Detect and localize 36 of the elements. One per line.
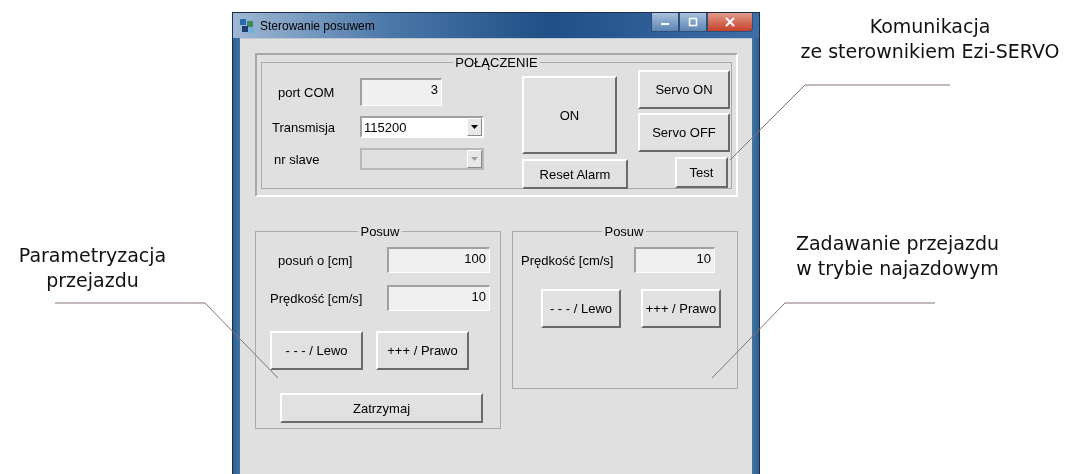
field-label: posuń o [cm] [277, 252, 353, 268]
stop-button[interactable]: Zatrzymaj [280, 393, 483, 423]
close-icon [725, 17, 735, 27]
field-label: Prędkość [cm/s] [270, 290, 363, 306]
close-button[interactable] [707, 13, 753, 32]
callout-text: Komunikacja ze sterownikiem Ezi-SERVO [799, 14, 1061, 64]
field-label: Prędkość [cm/s] [520, 252, 614, 268]
direction-button[interactable]: - - - / Lewo [270, 331, 363, 370]
test-button[interactable]: Test [675, 157, 728, 188]
direction-button[interactable]: +++ / Prawo [640, 289, 721, 328]
field-label: nr slave [273, 151, 321, 167]
number-field[interactable]: 10 [634, 247, 715, 273]
dropdown-arrow-icon [471, 157, 478, 161]
dropdown-arrow-icon [471, 125, 478, 129]
direction-button[interactable]: - - - / Lewo [540, 289, 621, 328]
reset-alarm-button[interactable]: Reset Alarm [522, 159, 628, 189]
direction-button[interactable]: +++ / Prawo [376, 331, 469, 370]
window-title: Sterowanie posuwem [260, 18, 375, 33]
transmission-dropdown[interactable]: 115200 [360, 116, 484, 138]
number-field[interactable]: 10 [386, 285, 490, 311]
port-field[interactable]: 3 [360, 78, 442, 106]
field-label: port COM [277, 84, 336, 100]
servo-button[interactable]: Servo OFF [638, 113, 730, 152]
minimize-button[interactable] [651, 13, 679, 32]
callout-text: Parametryzacja przejazdu [17, 243, 168, 293]
field-label: Transmisja [272, 119, 337, 135]
callout-text: Zadawanie przejazdu w trybie najazdowym [794, 231, 1001, 281]
number-field[interactable]: 100 [386, 247, 490, 273]
group-title: POŁĄCZENIE [454, 55, 539, 70]
maximize-icon [688, 17, 698, 27]
servo-button[interactable]: Servo ON [638, 70, 730, 109]
group-title: Posuw [603, 224, 645, 239]
group-title: Posuw [359, 224, 401, 239]
app-icon [239, 17, 255, 34]
on-button[interactable]: ON [522, 76, 617, 154]
maximize-button[interactable] [679, 13, 707, 32]
